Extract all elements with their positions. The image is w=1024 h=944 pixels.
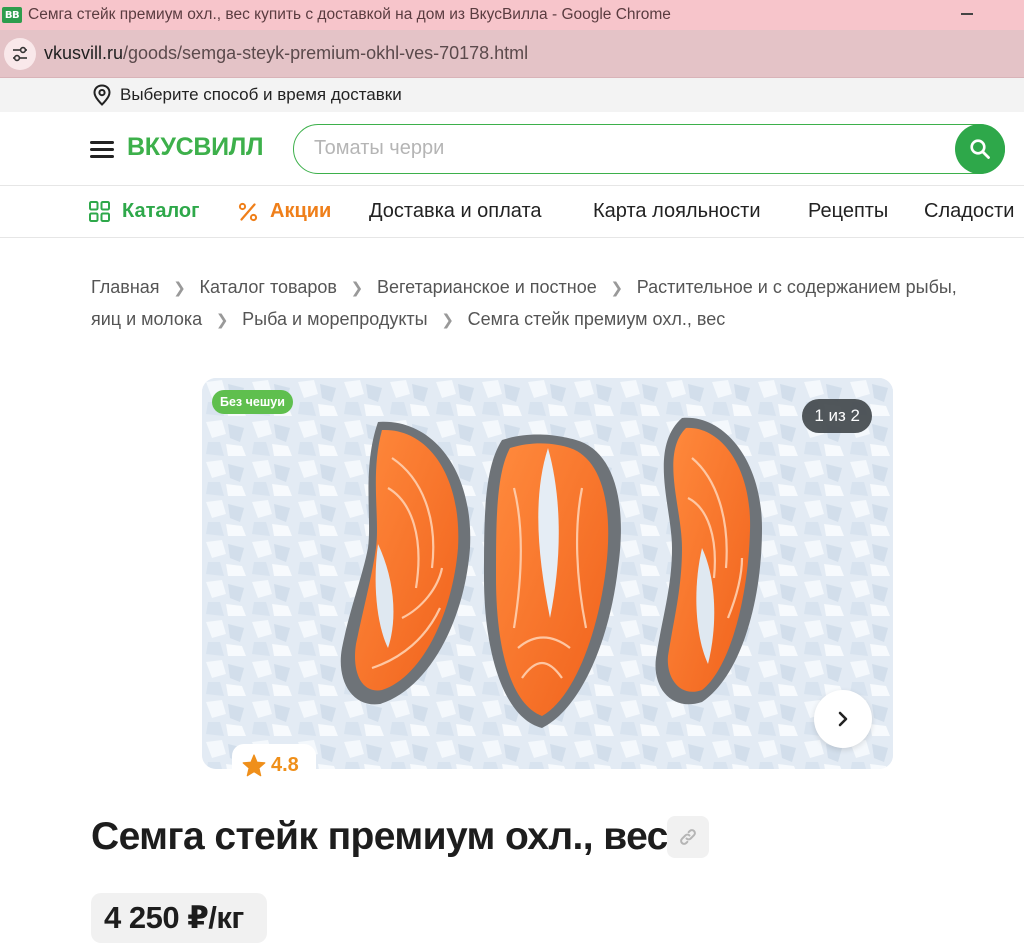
copy-link-button[interactable]: [667, 816, 709, 858]
next-image-button[interactable]: [814, 690, 872, 748]
image-counter: 1 из 2: [802, 399, 872, 433]
logo[interactable]: ВКУСВИЛЛ: [127, 133, 264, 162]
search-button[interactable]: [955, 124, 1005, 174]
nav-recipes[interactable]: Рецепты: [808, 200, 888, 223]
url-text[interactable]: vkusvill.ru/goods/semga-steyk-premium-ok…: [44, 43, 528, 64]
product-title: Семга стейк премиум охл., вес: [91, 815, 668, 858]
breadcrumb: Главная ❯ Каталог товаров ❯ Вегетарианское и…: [91, 272, 971, 336]
percent-icon: [238, 202, 258, 222]
site-info-icon[interactable]: [4, 37, 36, 70]
search-bar: [293, 124, 1005, 174]
grid-icon: [89, 201, 110, 222]
price-box: 4 250 ₽/кг: [91, 893, 267, 943]
delivery-label: Выберите способ и время доставки: [120, 85, 402, 104]
rating-badge[interactable]: 4.8: [232, 744, 316, 786]
rating-value: 4.8: [271, 753, 299, 776]
breadcrumb-catalog[interactable]: Каталог товаров: [200, 277, 337, 297]
nav-promo-label: Акции: [270, 200, 332, 222]
search-input[interactable]: [314, 125, 934, 172]
main-nav: Каталог Акции Доставка и оплата Карта ло…: [0, 186, 1024, 238]
product-photo: [202, 378, 893, 769]
nav-sweets[interactable]: Сладости: [924, 200, 1014, 223]
address-bar[interactable]: vkusvill.ru/goods/semga-steyk-premium-ok…: [0, 30, 1024, 78]
breadcrumb-home[interactable]: Главная: [91, 277, 160, 297]
window-title: Семга стейк премиум охл., вес купить с д…: [28, 6, 671, 23]
nav-loyalty[interactable]: Карта лояльности: [593, 200, 761, 223]
chevron-right-icon: [838, 711, 848, 727]
nav-catalog[interactable]: Каталог: [89, 200, 199, 223]
nav-catalog-label: Каталог: [122, 200, 200, 222]
delivery-selector[interactable]: Выберите способ и время доставки: [0, 78, 1024, 112]
chevron-right-icon: ❯: [173, 280, 186, 297]
product-price: 4 250 ₽/кг: [104, 900, 244, 935]
location-pin-icon: [93, 84, 111, 106]
chevron-right-icon: ❯: [441, 312, 454, 329]
search-icon: [970, 139, 990, 159]
breadcrumb-vegetarian[interactable]: Вегетарианское и постное: [377, 277, 597, 297]
browser-title-bar: BB Семга стейк премиум охл., вес купить …: [0, 0, 1024, 30]
breadcrumb-current: Семга стейк премиум охл., вес: [467, 309, 726, 329]
product-tag: Без чешуи: [212, 390, 293, 414]
minimize-button[interactable]: [958, 4, 976, 22]
chevron-right-icon: ❯: [350, 280, 364, 297]
product-gallery[interactable]: Без чешуи 1 из 2: [202, 378, 893, 769]
site-header: ВКУСВИЛЛ: [0, 112, 1024, 186]
link-icon: [680, 829, 696, 845]
chevron-right-icon: ❯: [610, 280, 624, 297]
star-icon: [242, 753, 266, 776]
menu-icon[interactable]: [90, 139, 114, 159]
site-favicon: BB: [2, 7, 22, 23]
nav-delivery[interactable]: Доставка и оплата: [369, 200, 542, 223]
breadcrumb-fish-seafood[interactable]: Рыба и морепродукты: [242, 309, 427, 329]
chevron-right-icon: ❯: [215, 312, 229, 329]
nav-promo[interactable]: Акции: [238, 200, 331, 223]
